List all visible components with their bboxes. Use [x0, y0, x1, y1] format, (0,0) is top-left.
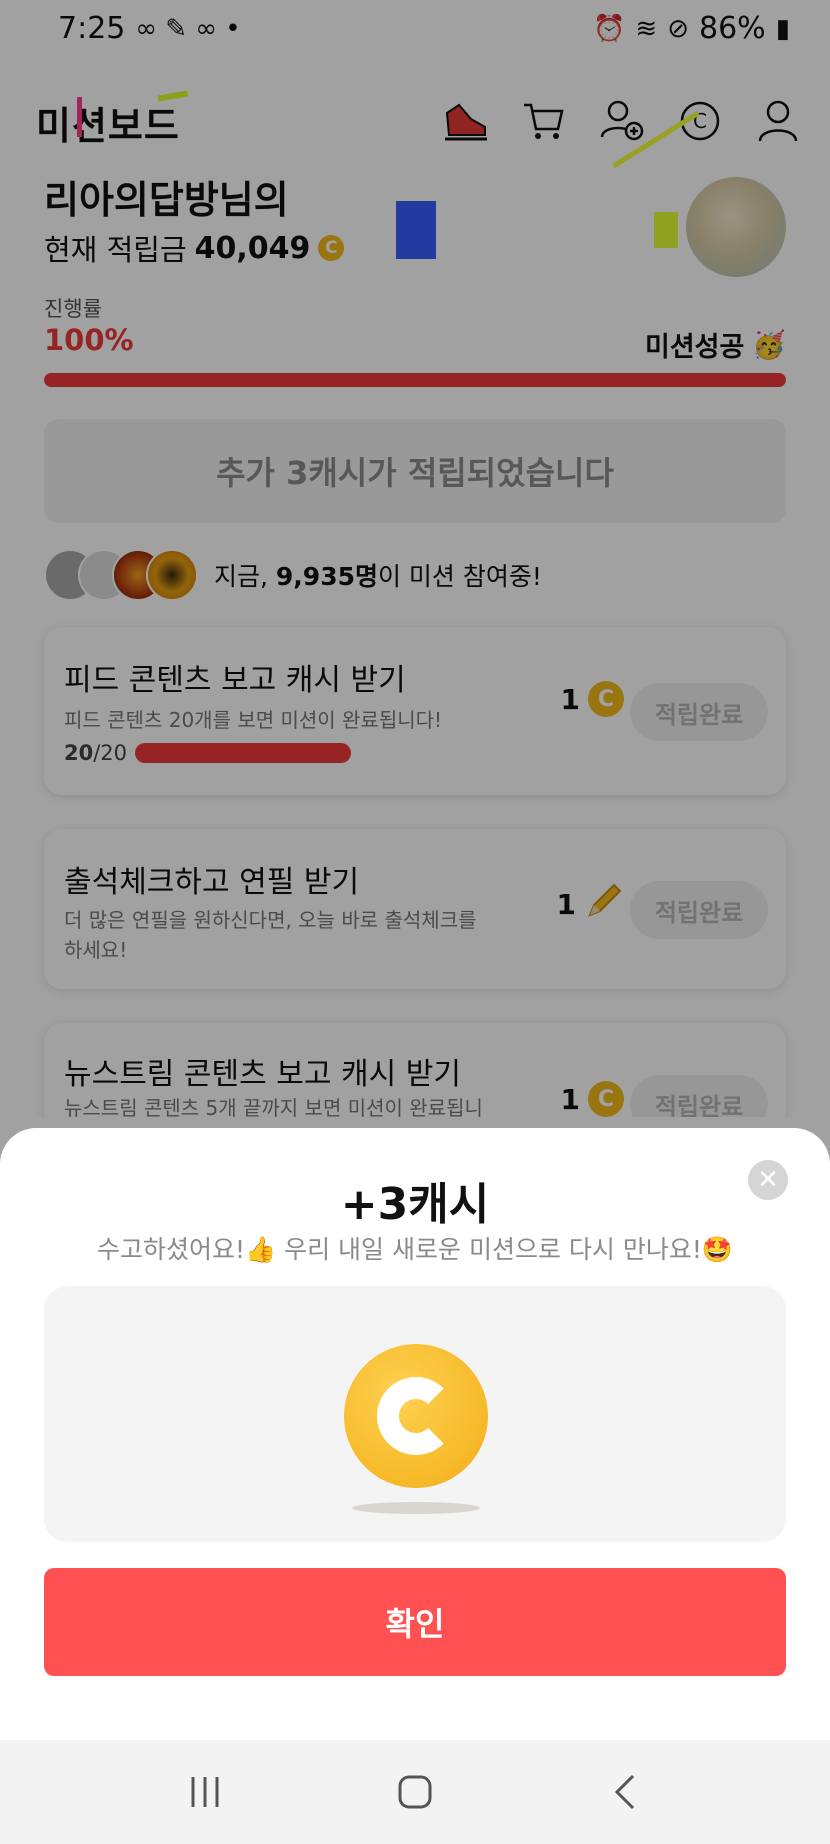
confirm-button[interactable]: 확인 — [44, 1568, 786, 1676]
sheet-title: +3캐시 — [340, 1179, 490, 1230]
sheet-subtitle: 수고하셨어요!👍 우리 내일 새로운 미션으로 다시 만나요!🤩 — [97, 1235, 733, 1264]
home-icon[interactable] — [385, 1762, 445, 1822]
recent-apps-icon[interactable] — [175, 1762, 235, 1822]
coin-shadow — [352, 1502, 480, 1514]
coin-icon — [344, 1344, 488, 1488]
back-icon[interactable] — [595, 1762, 655, 1822]
reward-illustration — [44, 1286, 786, 1542]
reward-sheet: ✕ +3캐시 수고하셨어요!👍 우리 내일 새로운 미션으로 다시 만나요!🤩 … — [0, 1128, 830, 1740]
system-nav-bar — [0, 1740, 830, 1844]
